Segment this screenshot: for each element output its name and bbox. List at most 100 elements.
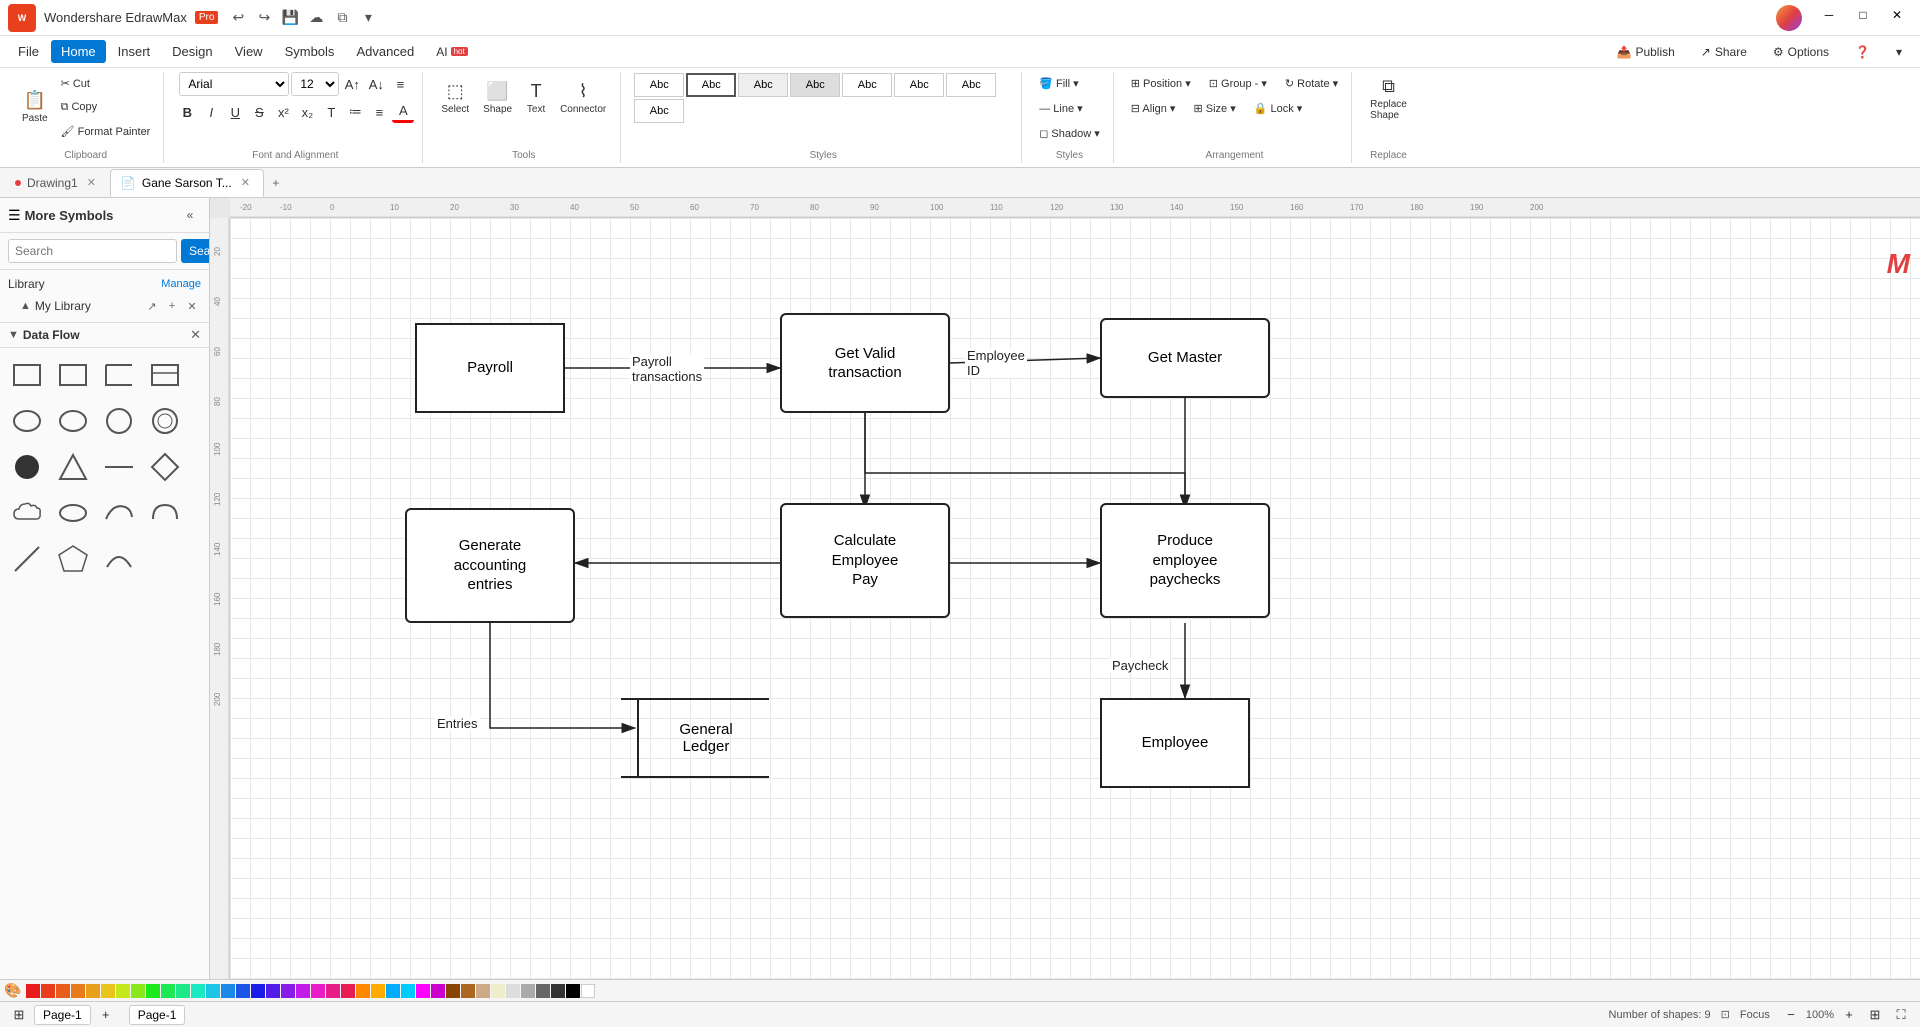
search-button[interactable]: Search — [181, 239, 210, 263]
menu-design[interactable]: Design — [162, 40, 222, 63]
menu-advanced[interactable]: Advanced — [346, 40, 424, 63]
produce-paychecks-node[interactable]: Produceemployeepaychecks — [1100, 503, 1270, 618]
export-library-button[interactable]: ↗ — [143, 297, 161, 315]
style-swatch-2[interactable]: Abc — [686, 73, 736, 97]
employee-node[interactable]: Employee — [1100, 698, 1250, 788]
color-swatch-cream[interactable] — [491, 984, 505, 998]
color-swatch-purple2[interactable] — [431, 984, 445, 998]
color-swatch-gray[interactable] — [521, 984, 535, 998]
shape-ellipse[interactable] — [6, 400, 48, 442]
menu-view[interactable]: View — [225, 40, 273, 63]
list2-button[interactable]: ≡ — [368, 101, 390, 123]
shape-filled-circle[interactable] — [6, 446, 48, 488]
shape-arc[interactable] — [98, 538, 140, 580]
publish-button[interactable]: 📤Publish — [1606, 41, 1684, 63]
menu-ai[interactable]: AI hot — [426, 41, 477, 63]
color-swatch-red2[interactable] — [41, 984, 55, 998]
color-swatch-fuchsia[interactable] — [416, 984, 430, 998]
shadow-button[interactable]: ◻ Shadow ▾ — [1034, 122, 1105, 144]
diagram-canvas[interactable]: Payroll transactions Employee ID Employe… — [230, 218, 1920, 979]
color-swatch-dark-gray[interactable] — [536, 984, 550, 998]
shape-circle[interactable] — [98, 400, 140, 442]
color-swatch-yellow[interactable] — [101, 984, 115, 998]
collapse-ribbon-button[interactable]: ▾ — [1886, 41, 1912, 63]
shape-cloud[interactable] — [6, 492, 48, 534]
color-swatch-dark-blue[interactable] — [251, 984, 265, 998]
line-button[interactable]: — Line ▾ — [1034, 97, 1105, 119]
text-tool-button[interactable]: T Text — [520, 72, 552, 124]
color-swatch-amber[interactable] — [86, 984, 100, 998]
increase-font-button[interactable]: A↑ — [341, 73, 363, 95]
color-swatch-orange[interactable] — [71, 984, 85, 998]
shape-line-rect[interactable] — [144, 354, 186, 396]
redo-button[interactable]: ↪ — [252, 6, 276, 30]
payroll-node[interactable]: Payroll — [415, 323, 565, 413]
share-doc-button[interactable]: ↗Share — [1691, 41, 1757, 63]
share-button[interactable]: ⧉ — [330, 6, 354, 30]
color-swatch-light-gray[interactable] — [506, 984, 520, 998]
shape-oval[interactable] — [52, 492, 94, 534]
options-button[interactable]: ⚙Options — [1763, 41, 1839, 63]
replace-shape-button[interactable]: ⧉ ReplaceShape — [1364, 72, 1413, 124]
list-button[interactable]: ≔ — [344, 101, 366, 123]
shape-half-circle[interactable] — [144, 492, 186, 534]
shape-rectangle2[interactable] — [52, 354, 94, 396]
color-swatch-light-blue[interactable] — [221, 984, 235, 998]
color-swatch-lime[interactable] — [131, 984, 145, 998]
format-painter-button[interactable]: 🖌 Format Painter — [56, 120, 156, 142]
color-swatch-red[interactable] — [26, 984, 40, 998]
color-swatch-purple[interactable] — [296, 984, 310, 998]
style-swatch-3[interactable]: Abc — [738, 73, 788, 97]
tab-drawing1-close[interactable]: ✕ — [84, 175, 99, 190]
bold-button[interactable]: B — [176, 101, 198, 123]
font-family-select[interactable]: Arial — [179, 72, 289, 96]
color-swatch-black[interactable] — [566, 984, 580, 998]
shape-line[interactable] — [98, 446, 140, 488]
menu-home[interactable]: Home — [51, 40, 106, 63]
color-swatch-deep-orange[interactable] — [356, 984, 370, 998]
position-button[interactable]: ⊞ Position ▾ — [1126, 72, 1196, 94]
get-master-node[interactable]: Get Master — [1100, 318, 1270, 398]
general-ledger-node[interactable]: GeneralLedger — [620, 698, 770, 778]
color-swatch-orange-red[interactable] — [56, 984, 70, 998]
shape-open-rect[interactable] — [98, 354, 140, 396]
style-swatch-1[interactable]: Abc — [634, 73, 684, 97]
tab-drawing1[interactable]: Drawing1 ✕ — [4, 169, 110, 197]
align-button[interactable]: ≡ — [389, 73, 411, 95]
paste-button[interactable]: 📋 Paste — [16, 81, 54, 133]
font-color-button[interactable]: A — [392, 101, 414, 123]
color-swatch-green[interactable] — [146, 984, 160, 998]
tab-gane-sarson-close[interactable]: ✕ — [238, 175, 253, 190]
color-swatch-brown[interactable] — [446, 984, 460, 998]
color-swatch-rose[interactable] — [341, 984, 355, 998]
shape-ring[interactable] — [144, 400, 186, 442]
color-swatch-pink[interactable] — [326, 984, 340, 998]
style-swatch-4[interactable]: Abc — [790, 73, 840, 97]
superscript-button[interactable]: x² — [272, 101, 294, 123]
lock-button[interactable]: 🔒 Lock ▾ — [1249, 97, 1308, 119]
text-format-button[interactable]: T — [320, 101, 342, 123]
more-options-button[interactable]: ▾ — [356, 6, 380, 30]
color-swatch-mint[interactable] — [176, 984, 190, 998]
color-swatch-green2[interactable] — [161, 984, 175, 998]
close-library-button[interactable]: ✕ — [183, 297, 201, 315]
style-swatch-8[interactable]: Abc — [634, 99, 684, 123]
italic-button[interactable]: I — [200, 101, 222, 123]
color-swatch-gold[interactable] — [371, 984, 385, 998]
shape-ellipse2[interactable] — [52, 400, 94, 442]
subscript-button[interactable]: x₂ — [296, 101, 318, 123]
color-swatch-cyan[interactable] — [206, 984, 220, 998]
calculate-pay-node[interactable]: CalculateEmployeePay — [780, 503, 950, 618]
my-library-row[interactable]: ▲ My Library ↗ + ✕ — [8, 294, 201, 318]
color-swatch-yellow-green[interactable] — [116, 984, 130, 998]
decrease-font-button[interactable]: A↓ — [365, 73, 387, 95]
align-arrange-button[interactable]: ⊟ Align ▾ — [1126, 97, 1181, 119]
shape-pentagon[interactable] — [52, 538, 94, 580]
close-button[interactable]: ✕ — [1882, 5, 1912, 25]
style-swatch-5[interactable]: Abc — [842, 73, 892, 97]
tab-gane-sarson[interactable]: 📄 Gane Sarson T... ✕ — [110, 169, 264, 197]
color-swatch-tan[interactable] — [476, 984, 490, 998]
user-avatar[interactable] — [1776, 5, 1802, 31]
save-cloud-button[interactable]: ☁ — [304, 6, 328, 30]
select-tool-button[interactable]: ⬚ Select — [435, 72, 475, 124]
